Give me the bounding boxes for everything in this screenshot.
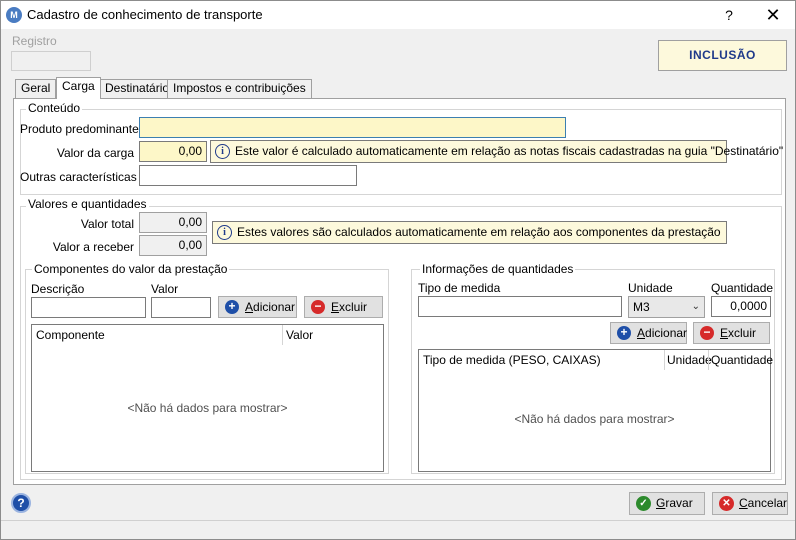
- check-icon: ✓: [636, 496, 651, 511]
- status-bar: [1, 520, 795, 521]
- valor-receber-field: 0,00: [139, 235, 207, 256]
- componente-valor-input[interactable]: [151, 297, 211, 318]
- help-icon[interactable]: ?: [11, 493, 31, 513]
- tab-carga[interactable]: Carga: [56, 77, 101, 99]
- tab-destinatario[interactable]: Destinatário: [99, 79, 176, 98]
- componentes-delete-button[interactable]: − Excluir: [304, 296, 383, 318]
- quantidade-input[interactable]: 0,0000: [711, 296, 771, 317]
- plus-icon: +: [225, 300, 239, 314]
- unidade-select-value: M3: [633, 300, 650, 314]
- valor-receber-label: Valor a receber: [52, 240, 134, 254]
- conteudo-group-title: Conteúdo: [26, 101, 83, 115]
- info-icon: i: [215, 144, 230, 159]
- window-title: Cadastro de conhecimento de transporte: [27, 7, 263, 22]
- chevron-down-icon: ⌄: [691, 301, 700, 312]
- componentes-empty-text: <Não há dados para mostrar>: [127, 401, 288, 415]
- cancel-x-icon: ✕: [719, 496, 734, 511]
- quantidades-empty-text: <Não há dados para mostrar>: [514, 412, 675, 426]
- registro-field: [11, 51, 91, 71]
- col-separator[interactable]: [664, 350, 665, 370]
- valores-info-text: Estes valores são calculados automaticam…: [237, 225, 721, 239]
- minus-icon: −: [311, 300, 325, 314]
- outras-label: Outras características: [20, 170, 137, 184]
- valor-carga-info-text: Este valor é calculado automaticamente e…: [235, 144, 784, 158]
- descricao-input[interactable]: [31, 297, 146, 318]
- tipo-medida-input[interactable]: [418, 296, 622, 317]
- registro-label: Registro: [12, 34, 57, 48]
- componente-valor-label: Valor: [151, 282, 179, 296]
- valores-group-title: Valores e quantidades: [26, 197, 149, 211]
- componentes-add-button[interactable]: + Adicionar: [218, 296, 297, 318]
- save-button[interactable]: ✓ Gravar: [629, 492, 705, 515]
- quantidades-delete-button[interactable]: − Excluir: [693, 322, 770, 344]
- col-valor[interactable]: Valor: [286, 325, 313, 345]
- close-button[interactable]: ✕: [758, 3, 788, 27]
- componentes-grid[interactable]: Componente Valor <Não há dados para most…: [31, 324, 384, 472]
- app-logo-icon: M: [6, 7, 22, 23]
- quantidades-add-button[interactable]: + Adicionar: [610, 322, 687, 344]
- tab-impostos[interactable]: Impostos e contribuições: [167, 79, 312, 98]
- quantidades-group-title: Informações de quantidades: [420, 262, 576, 276]
- descricao-label: Descrição: [31, 282, 85, 296]
- produto-input[interactable]: [139, 117, 566, 138]
- valor-total-field: 0,00: [139, 212, 207, 233]
- col-unidade[interactable]: Unidade: [667, 350, 712, 370]
- mode-badge: INCLUSÃO: [658, 40, 787, 71]
- produto-label: Produto predominante: [20, 122, 139, 136]
- title-bar: M Cadastro de conhecimento de transporte…: [1, 1, 795, 29]
- col-tipo-medida[interactable]: Tipo de medida (PESO, CAIXAS): [423, 350, 601, 370]
- unidade-select[interactable]: M3 ⌄: [628, 296, 705, 318]
- tab-geral[interactable]: Geral: [15, 79, 57, 98]
- valor-carga-info: i Este valor é calculado automaticamente…: [210, 140, 783, 163]
- col-separator[interactable]: [282, 325, 283, 345]
- col-quantidade[interactable]: Quantidade: [711, 350, 773, 370]
- col-separator[interactable]: [708, 350, 709, 370]
- quantidades-grid[interactable]: Tipo de medida (PESO, CAIXAS) Unidade Qu…: [418, 349, 773, 472]
- tab-panel-carga: Conteúdo Produto predominante Valor da c…: [13, 98, 786, 485]
- valor-carga-input[interactable]: 0,00: [139, 141, 207, 162]
- valor-total-label: Valor total: [80, 217, 134, 231]
- componentes-group-title: Componentes do valor da prestação: [32, 262, 230, 276]
- outras-input[interactable]: [139, 165, 357, 186]
- title-help-button[interactable]: ?: [716, 3, 742, 27]
- info-icon: i: [217, 225, 232, 240]
- plus-icon: +: [617, 326, 631, 340]
- dialog-window: M Cadastro de conhecimento de transporte…: [0, 0, 796, 540]
- col-componente[interactable]: Componente: [36, 325, 105, 345]
- cancel-button[interactable]: ✕ Cancelar: [712, 492, 788, 515]
- valores-info: i Estes valores são calculados automatic…: [212, 221, 727, 244]
- quantidade-label: Quantidade: [711, 281, 774, 295]
- minus-icon: −: [700, 326, 714, 340]
- unidade-label: Unidade: [628, 281, 673, 295]
- tipo-medida-label: Tipo de medida: [418, 281, 501, 295]
- valor-carga-label: Valor da carga: [56, 146, 134, 160]
